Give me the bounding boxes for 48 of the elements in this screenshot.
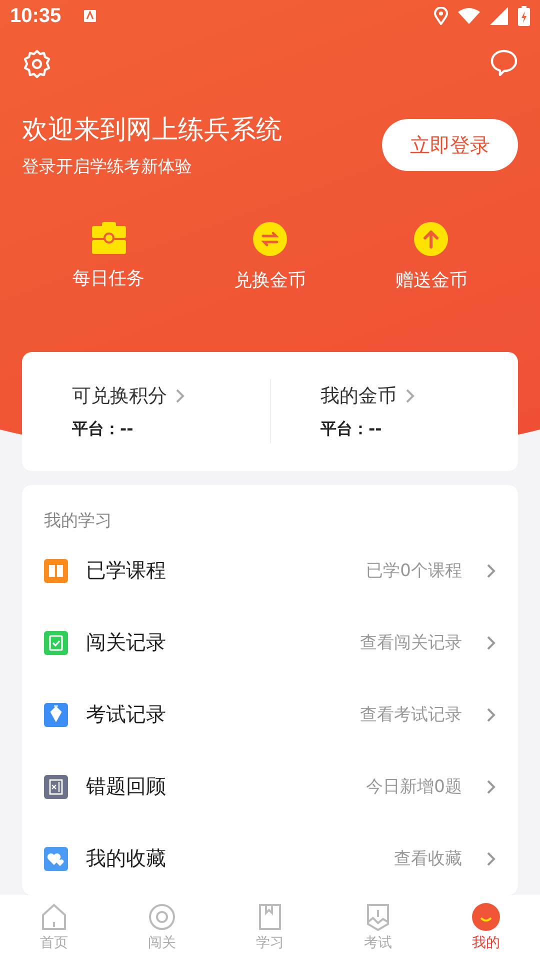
list-item-detail: 查看闯关记录: [360, 632, 462, 654]
toolbox-icon[interactable]: [92, 222, 126, 254]
balance-value: 平台：--: [320, 418, 383, 440]
favorite-icon: [44, 846, 68, 871]
message-icon[interactable]: [490, 48, 518, 77]
welcome-title: 欢迎来到网上练兵系统: [22, 114, 283, 148]
settings-icon[interactable]: [22, 48, 52, 79]
mistake-icon: [44, 774, 68, 799]
status-time: 10:35: [10, 4, 62, 28]
list-item-label[interactable]: 已学课程: [86, 557, 166, 584]
list-item-label[interactable]: 考试记录: [86, 701, 166, 728]
balance-value: 平台：--: [72, 418, 134, 440]
chevron-icon: [486, 850, 496, 867]
nav-tab[interactable]: 考试: [338, 902, 418, 952]
list-item-detail: 查看收藏: [394, 848, 462, 870]
course-icon: [44, 558, 68, 583]
welcome-subtitle: 登录开启学练考新体验: [22, 156, 193, 178]
exchange-icon[interactable]: [252, 222, 287, 256]
list-item-detail: 今日新增0题: [366, 776, 462, 798]
home-icon: [39, 902, 69, 932]
wifi-icon: [458, 8, 480, 24]
action-label[interactable]: 赠送金币: [395, 268, 468, 292]
chevron-icon: [486, 778, 496, 795]
nav-tab[interactable]: 学习: [230, 902, 310, 952]
action-label[interactable]: 兑换金币: [234, 268, 306, 292]
notification-icon: [83, 9, 98, 24]
list-item-label[interactable]: 闯关记录: [86, 629, 166, 656]
list-item-label[interactable]: 我的收藏: [86, 845, 166, 872]
battery-icon: [518, 6, 530, 26]
balance-label[interactable]: 我的金币: [320, 382, 396, 409]
signal-icon: [490, 7, 508, 26]
nav-tab[interactable]: 闯关: [122, 902, 202, 952]
chevron-icon: [175, 388, 185, 404]
list-item-detail: 查看考试记录: [360, 704, 462, 726]
chevron-icon: [404, 388, 414, 404]
nav-tab[interactable]: 首页: [14, 902, 94, 952]
section-title: 我的学习: [44, 510, 113, 533]
action-label[interactable]: 每日任务: [72, 266, 145, 290]
nav-tab[interactable]: 我的: [446, 902, 526, 952]
chevron-icon: [486, 706, 496, 723]
upload-icon[interactable]: [414, 222, 448, 256]
chevron-icon: [486, 634, 496, 651]
list-item-label[interactable]: 错题回顾: [86, 773, 166, 800]
balance-label[interactable]: 可兑换积分: [72, 382, 167, 409]
location-icon: [434, 7, 448, 26]
list-item-detail: 已学0个课程: [366, 560, 462, 582]
chevron-icon: [486, 562, 496, 579]
login-button[interactable]: 立即登录: [382, 119, 518, 172]
